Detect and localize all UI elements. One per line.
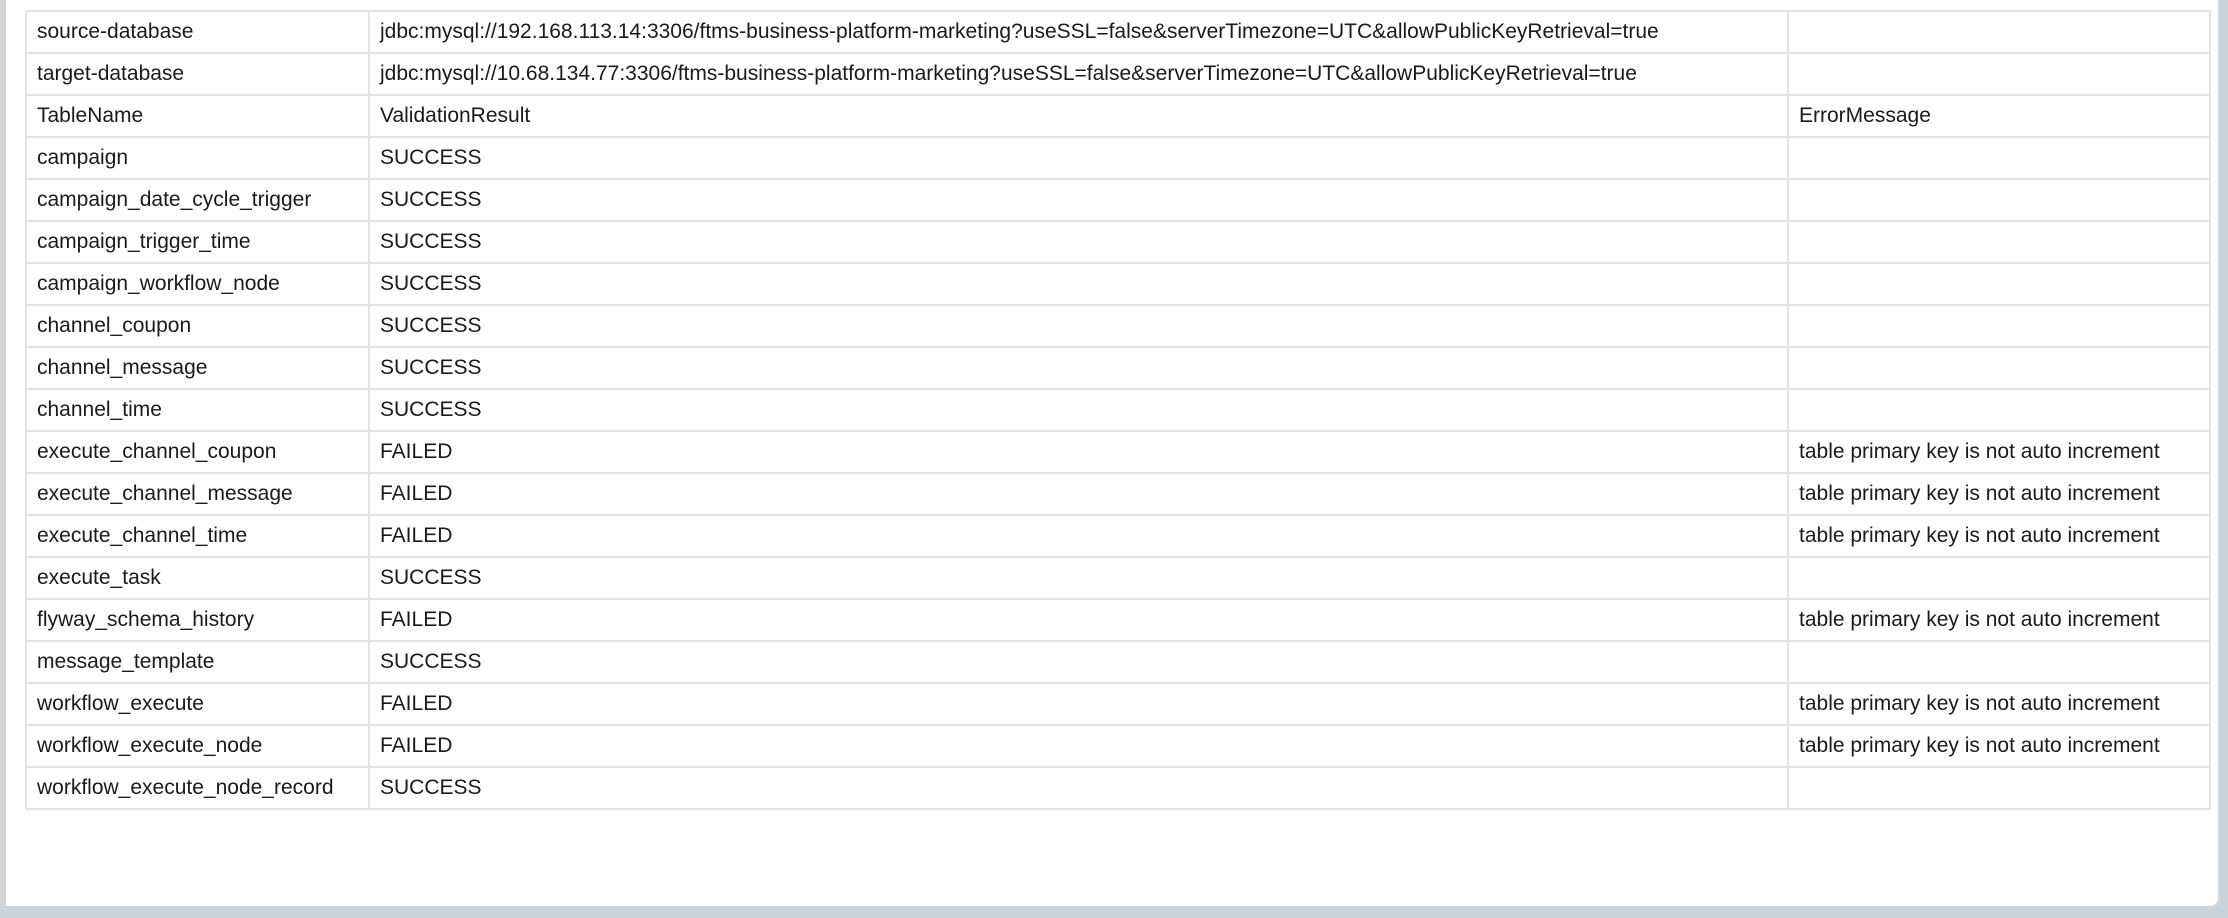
validation-result-cell: SUCCESS xyxy=(368,766,1789,810)
error-message-cell xyxy=(1787,346,2211,390)
validation-table: source-database jdbc:mysql://192.168.113… xyxy=(25,10,2211,810)
target-database-label: target-database xyxy=(25,52,370,96)
table-name-cell: campaign xyxy=(25,136,370,180)
table-row: channel_time SUCCESS xyxy=(25,388,2211,432)
error-message-cell: table primary key is not auto increment xyxy=(1787,514,2211,558)
column-header-errormessage: ErrorMessage xyxy=(1787,94,2211,138)
error-message-cell xyxy=(1787,766,2211,810)
source-database-label: source-database xyxy=(25,10,370,54)
validation-result-cell: SUCCESS xyxy=(368,178,1789,222)
validation-result-cell: SUCCESS xyxy=(368,388,1789,432)
column-header-tablename: TableName xyxy=(25,94,370,138)
error-message-cell: table primary key is not auto increment xyxy=(1787,724,2211,768)
error-message-cell: table primary key is not auto increment xyxy=(1787,682,2211,726)
target-database-url: jdbc:mysql://10.68.134.77:3306/ftms-busi… xyxy=(368,52,1789,96)
table-name-cell: execute_task xyxy=(25,556,370,600)
error-message-cell xyxy=(1787,178,2211,222)
validation-report: source-database jdbc:mysql://192.168.113… xyxy=(25,10,2211,810)
table-body: source-database jdbc:mysql://192.168.113… xyxy=(25,10,2211,810)
table-name-cell: workflow_execute_node_record xyxy=(25,766,370,810)
error-message-cell xyxy=(1787,556,2211,600)
validation-result-cell: SUCCESS xyxy=(368,346,1789,390)
validation-result-cell: FAILED xyxy=(368,598,1789,642)
table-row: execute_channel_time FAILED table primary … xyxy=(25,514,2211,558)
validation-result-cell: SUCCESS xyxy=(368,262,1789,306)
table-row: workflow_execute_node FAILED table primary… xyxy=(25,724,2211,768)
table-row: channel_coupon SUCCESS xyxy=(25,304,2211,348)
table-name-cell: message_template xyxy=(25,640,370,684)
error-message-cell: table primary key is not auto increment xyxy=(1787,472,2211,516)
window-bottom-edge xyxy=(0,906,2228,918)
table-row: workflow_execute_node_record SUCCESS xyxy=(25,766,2211,810)
error-message-cell xyxy=(1787,262,2211,306)
table-row: campaign SUCCESS xyxy=(25,136,2211,180)
table-row: campaign_workflow_node SUCCESS xyxy=(25,262,2211,306)
table-name-cell: flyway_schema_history xyxy=(25,598,370,642)
source-database-row: source-database jdbc:mysql://192.168.113… xyxy=(25,10,2211,54)
error-message-cell: table primary key is not auto increment xyxy=(1787,598,2211,642)
table-row: execute_channel_coupon FAILED table primar… xyxy=(25,430,2211,474)
table-row: channel_message SUCCESS xyxy=(25,346,2211,390)
table-name-cell: campaign_date_cycle_trigger xyxy=(25,178,370,222)
table-name-cell: execute_channel_message xyxy=(25,472,370,516)
table-row: workflow_execute FAILED table primary key … xyxy=(25,682,2211,726)
table-name-cell: execute_channel_coupon xyxy=(25,430,370,474)
table-name-cell: channel_coupon xyxy=(25,304,370,348)
column-header-row: TableName ValidationResult ErrorMessage xyxy=(25,94,2211,138)
table-row: message_template SUCCESS xyxy=(25,640,2211,684)
validation-result-cell: SUCCESS xyxy=(368,220,1789,264)
table-name-cell: workflow_execute_node xyxy=(25,724,370,768)
validation-result-cell: FAILED xyxy=(368,430,1789,474)
error-message-cell xyxy=(1787,220,2211,264)
column-header-validationresult: ValidationResult xyxy=(368,94,1789,138)
error-message-cell xyxy=(1787,640,2211,684)
validation-result-cell: SUCCESS xyxy=(368,640,1789,684)
report-window: source-database jdbc:mysql://192.168.113… xyxy=(0,0,2220,908)
target-database-extra xyxy=(1787,52,2211,96)
validation-result-cell: SUCCESS xyxy=(368,304,1789,348)
table-name-cell: execute_channel_time xyxy=(25,514,370,558)
error-message-cell xyxy=(1787,136,2211,180)
source-database-extra xyxy=(1787,10,2211,54)
table-name-cell: campaign_trigger_time xyxy=(25,220,370,264)
table-row: execute_channel_message FAILED table prima… xyxy=(25,472,2211,516)
validation-result-cell: FAILED xyxy=(368,472,1789,516)
table-name-cell: workflow_execute xyxy=(25,682,370,726)
table-name-cell: channel_time xyxy=(25,388,370,432)
table-row: campaign_trigger_time SUCCESS xyxy=(25,220,2211,264)
target-database-row: target-database jdbc:mysql://10.68.134.7… xyxy=(25,52,2211,96)
window-left-edge xyxy=(0,0,6,906)
error-message-cell xyxy=(1787,304,2211,348)
table-row: execute_task SUCCESS xyxy=(25,556,2211,600)
table-name-cell: channel_message xyxy=(25,346,370,390)
error-message-cell xyxy=(1787,388,2211,432)
validation-result-cell: FAILED xyxy=(368,682,1789,726)
table-row: campaign_date_cycle_trigger SUCCESS xyxy=(25,178,2211,222)
validation-result-cell: SUCCESS xyxy=(368,136,1789,180)
table-name-cell: campaign_workflow_node xyxy=(25,262,370,306)
validation-result-cell: SUCCESS xyxy=(368,556,1789,600)
validation-result-cell: FAILED xyxy=(368,724,1789,768)
validation-result-cell: FAILED xyxy=(368,514,1789,558)
error-message-cell: table primary key is not auto increment xyxy=(1787,430,2211,474)
source-database-url: jdbc:mysql://192.168.113.14:3306/ftms-bu… xyxy=(368,10,1789,54)
table-row: flyway_schema_history FAILED table primary… xyxy=(25,598,2211,642)
